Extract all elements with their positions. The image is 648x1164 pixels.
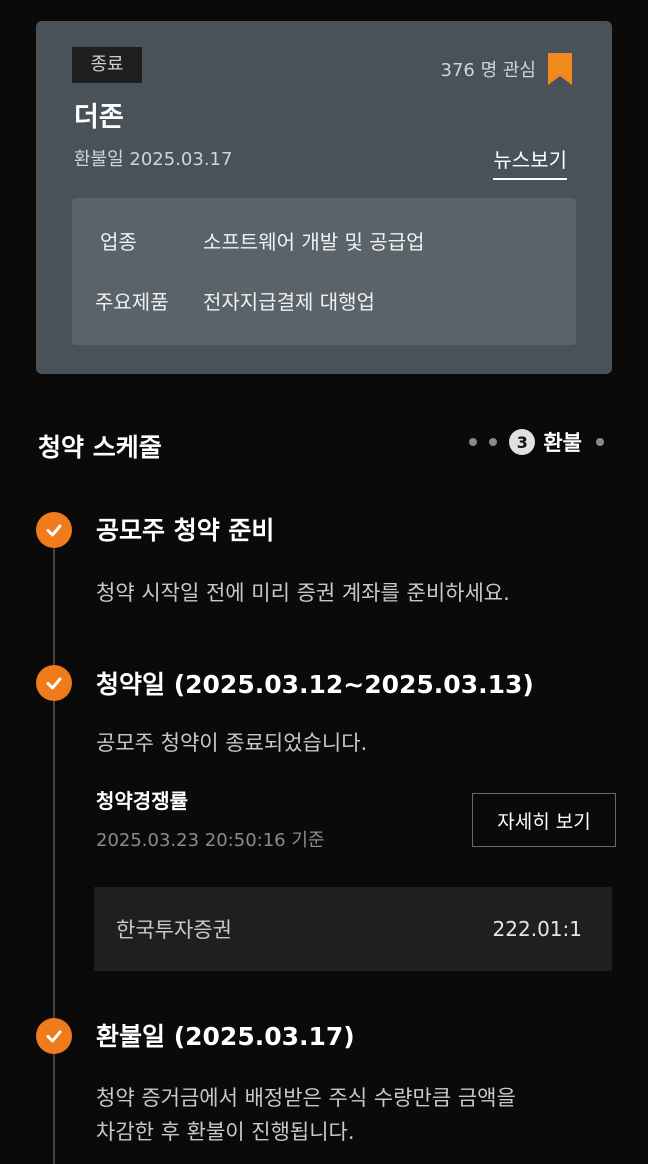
bookmark-icon[interactable]	[548, 53, 572, 85]
timeline-line	[53, 530, 55, 1164]
step-dot	[596, 438, 604, 446]
company-info-box: 업종 소프트웨어 개발 및 공급업 주요제품 전자지급결제 대행업	[72, 198, 576, 345]
broker-ratio: 222.01:1	[492, 917, 582, 941]
check-icon	[36, 665, 72, 701]
refund-date: 환불일 2025.03.17	[74, 149, 233, 170]
step-title: 공모주 청약 준비	[96, 516, 275, 545]
step-desc-line1: 청약 증거금에서 배정받은 주식 수량만큼 금액을	[96, 1086, 516, 1110]
interest-area[interactable]: 376 명 관심	[441, 53, 572, 85]
info-key: 주요제품	[95, 290, 169, 314]
info-key: 업종	[100, 230, 137, 254]
competition-timestamp: 2025.03.23 20:50:16 기준	[96, 830, 325, 851]
broker-name: 한국투자증권	[116, 918, 232, 942]
step-title: 청약일 (2025.03.12~2025.03.13)	[96, 670, 534, 699]
info-value: 소프트웨어 개발 및 공급업	[203, 230, 425, 254]
competition-label: 청약경쟁률	[96, 789, 188, 813]
company-card: 종료 376 명 관심 더존 환불일 2025.03.17 뉴스보기 업종 소프…	[36, 21, 612, 374]
info-row-products: 주요제품 전자지급결제 대행업	[72, 286, 576, 315]
check-icon	[36, 1018, 72, 1054]
step-dot	[489, 438, 498, 446]
info-value: 전자지급결제 대행업	[203, 290, 375, 314]
detail-button[interactable]: 자세히 보기	[472, 793, 616, 847]
interest-count: 376 명 관심	[440, 60, 536, 81]
current-step-label: 환불	[543, 431, 582, 455]
step-desc: 청약 시작일 전에 미리 증권 계좌를 준비하세요.	[96, 581, 510, 605]
step-title: 환불일 (2025.03.17)	[96, 1022, 355, 1051]
step-desc-line2: 차감한 후 환불이 진행됩니다.	[96, 1120, 355, 1144]
check-icon	[36, 512, 72, 548]
broker-row: 한국투자증권 222.01:1	[94, 887, 612, 971]
current-step-number: 3	[509, 429, 536, 455]
step-dot	[469, 438, 478, 446]
schedule-stepper: 3 환불	[469, 428, 604, 456]
schedule-title: 청약 스케줄	[38, 433, 162, 462]
info-row-industry: 업종 소프트웨어 개발 및 공급업	[72, 226, 576, 255]
company-name: 더존	[74, 102, 124, 133]
status-badge: 종료	[72, 47, 142, 83]
news-link[interactable]: 뉴스보기	[493, 144, 567, 180]
step-desc: 공모주 청약이 종료되었습니다.	[96, 731, 368, 755]
